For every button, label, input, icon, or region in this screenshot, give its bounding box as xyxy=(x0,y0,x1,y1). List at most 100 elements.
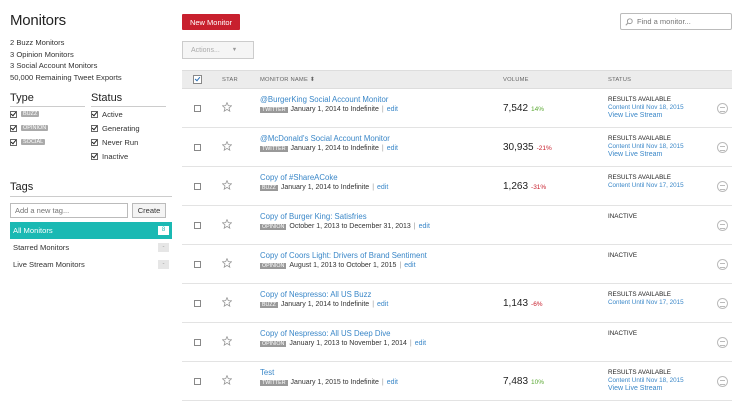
status-content-until: Content Until Nov 18, 2015 xyxy=(608,377,684,384)
row-menu-icon[interactable] xyxy=(716,258,728,270)
star-icon[interactable] xyxy=(221,335,233,348)
count-tweet-exports: 50,000 Remaining Tweet Exports xyxy=(10,72,122,82)
checkbox[interactable] xyxy=(91,124,98,132)
edit-link[interactable]: edit xyxy=(419,223,430,230)
checkbox[interactable] xyxy=(91,110,98,118)
monitor-name-link[interactable]: Copy of #ShareACoke xyxy=(260,173,503,182)
row-menu-icon[interactable] xyxy=(716,102,728,114)
checkbox[interactable] xyxy=(10,138,17,146)
row-checkbox[interactable] xyxy=(194,221,201,229)
monitor-name-link[interactable]: @BurgerKing Social Account Monitor xyxy=(260,95,503,104)
star-icon[interactable] xyxy=(221,101,233,114)
monitor-type-badge: BUZZ xyxy=(260,184,278,191)
checkbox[interactable] xyxy=(10,124,17,132)
star-icon[interactable] xyxy=(221,218,233,231)
tag-item-starred-monitors[interactable]: Starred Monitors - xyxy=(10,239,172,256)
status-text: INACTIVE xyxy=(608,213,638,220)
star-icon[interactable] xyxy=(221,179,233,192)
row-menu-icon[interactable] xyxy=(716,180,728,192)
separator: | xyxy=(413,223,416,230)
type-filter: Type BUZZ OPINION SOCIAL xyxy=(10,92,91,163)
star-icon[interactable] xyxy=(221,140,233,153)
view-live-stream-link[interactable]: View Live Stream xyxy=(608,112,712,120)
status-filter-generating[interactable]: Generating xyxy=(91,121,172,135)
monitor-name-link[interactable]: Test xyxy=(260,368,503,377)
checkbox[interactable] xyxy=(91,152,98,160)
volume-value: 7,483 xyxy=(503,375,529,387)
tag-count: 8 xyxy=(158,226,169,235)
header-star[interactable]: STAR xyxy=(213,77,260,83)
type-filter-buzz[interactable]: BUZZ xyxy=(10,107,91,121)
monitor-type-badge: TWITTER xyxy=(260,106,288,113)
edit-link[interactable]: edit xyxy=(404,262,415,269)
select-all-checkbox[interactable] xyxy=(193,75,202,84)
tag-item-live-stream-monitors[interactable]: Live Stream Monitors - xyxy=(10,256,172,273)
star-icon[interactable] xyxy=(221,374,233,387)
chevron-down-icon: ▼ xyxy=(231,47,238,53)
row-checkbox[interactable] xyxy=(194,377,201,385)
monitor-name-link[interactable]: Copy of Nespresso: All US Deep Dive xyxy=(260,329,503,338)
status-content-until: Content Until Nov 18, 2015 xyxy=(608,104,684,111)
row-checkbox[interactable] xyxy=(194,143,201,151)
status-text: INACTIVE xyxy=(608,330,638,337)
row-menu-icon[interactable] xyxy=(716,141,728,153)
tag-item-all-monitors[interactable]: All Monitors 8 xyxy=(10,222,172,239)
edit-link[interactable]: edit xyxy=(387,106,398,113)
status-text: INACTIVE xyxy=(608,252,638,259)
search-box[interactable] xyxy=(620,13,732,30)
edit-link[interactable]: edit xyxy=(377,184,388,191)
volume-change: 14% xyxy=(531,105,545,113)
monitor-name-link[interactable]: @McDonald's Social Account Monitor xyxy=(260,134,503,143)
create-tag-button[interactable]: Create xyxy=(132,203,166,218)
table-row: Copy of Burger King: Satisfries OPINION Oc… xyxy=(182,206,732,245)
row-menu-icon[interactable] xyxy=(716,336,728,348)
status-filter-inactive[interactable]: Inactive xyxy=(91,149,172,163)
star-icon[interactable] xyxy=(221,257,233,270)
checkbox[interactable] xyxy=(10,110,17,118)
monitor-counts: 2 Buzz Monitors 3 Opinion Monitors 3 Soc… xyxy=(10,37,172,83)
search-input[interactable] xyxy=(637,17,727,26)
row-checkbox[interactable] xyxy=(194,338,201,346)
edit-link[interactable]: edit xyxy=(387,145,398,152)
volume-value: 7,542 xyxy=(503,102,529,114)
type-filter-social[interactable]: SOCIAL xyxy=(10,135,91,149)
status-filter-never-run[interactable]: Never Run xyxy=(91,135,172,149)
monitor-name-link[interactable]: Copy of Burger King: Satisfries xyxy=(260,212,503,221)
view-live-stream-link[interactable]: View Live Stream xyxy=(608,385,712,393)
row-checkbox[interactable] xyxy=(194,260,201,268)
row-menu-icon[interactable] xyxy=(716,297,728,309)
monitor-dates: January 1, 2014 to Indefinite xyxy=(280,301,370,308)
header-volume[interactable]: VOLUME xyxy=(503,77,608,83)
actions-dropdown[interactable]: Actions... ▼ xyxy=(182,41,254,59)
header-monitor-name[interactable]: MONITOR NAME ⬍ xyxy=(260,77,503,83)
view-live-stream-link[interactable]: View Live Stream xyxy=(608,151,712,159)
star-icon[interactable] xyxy=(221,296,233,309)
tag-label: Live Stream Monitors xyxy=(13,260,85,269)
edit-link[interactable]: edit xyxy=(387,379,398,386)
monitor-meta: OPINION August 1, 2013 to October 1, 2015… xyxy=(260,262,503,269)
row-checkbox[interactable] xyxy=(194,299,201,307)
status-filter-active[interactable]: Active xyxy=(91,107,172,121)
new-monitor-button[interactable]: New Monitor xyxy=(182,14,240,30)
type-filter-opinion[interactable]: OPINION xyxy=(10,121,91,135)
checkbox[interactable] xyxy=(91,138,98,146)
table-body: @BurgerKing Social Account Monitor TWITTE… xyxy=(182,89,732,401)
monitor-meta: OPINION January 1, 2013 to November 1, 20… xyxy=(260,340,503,347)
row-checkbox[interactable] xyxy=(194,104,201,112)
table-row: @McDonald's Social Account Monitor TWITTE… xyxy=(182,128,732,167)
status-content-until: Content Until Nov 18, 2015 xyxy=(608,143,684,150)
edit-link[interactable]: edit xyxy=(415,340,426,347)
header-monitor-name-label: MONITOR NAME xyxy=(260,76,309,83)
new-tag-input[interactable] xyxy=(10,203,128,218)
row-menu-icon[interactable] xyxy=(716,219,728,231)
status-filter: Status Active Generating Never Run Inact… xyxy=(91,92,172,163)
row-checkbox[interactable] xyxy=(194,182,201,190)
row-menu-icon[interactable] xyxy=(716,375,728,387)
monitor-name-link[interactable]: Copy of Coors Light: Drivers of Brand Se… xyxy=(260,251,503,260)
separator: | xyxy=(372,184,375,191)
edit-link[interactable]: edit xyxy=(377,301,388,308)
monitor-name-link[interactable]: Copy of Nespresso: All US Buzz xyxy=(260,290,503,299)
type-label: OPINION xyxy=(21,125,49,131)
header-status[interactable]: STATUS xyxy=(608,77,712,83)
volume-value: 1,263 xyxy=(503,180,529,192)
